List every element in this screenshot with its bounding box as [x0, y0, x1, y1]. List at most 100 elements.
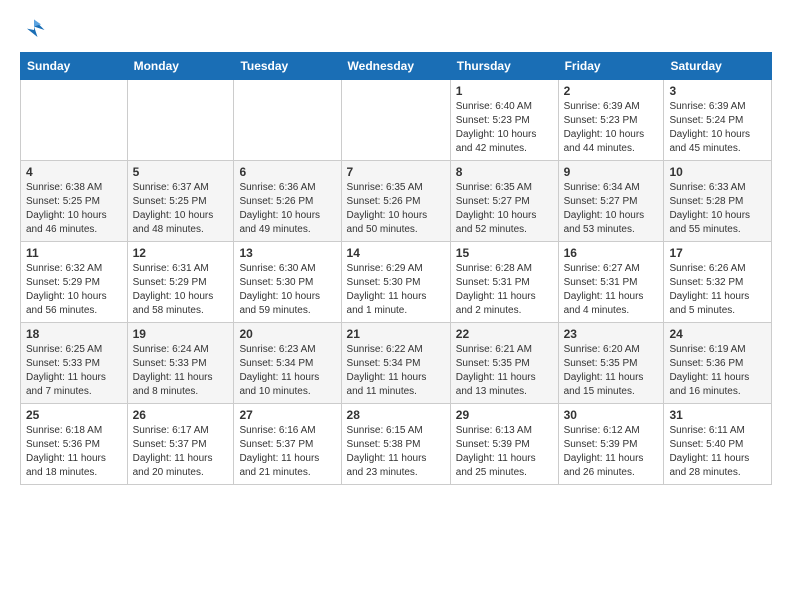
day-number: 10	[669, 165, 766, 179]
day-number: 16	[564, 246, 659, 260]
calendar-cell: 23 Sunrise: 6:20 AMSunset: 5:35 PMDayligh…	[558, 323, 664, 404]
day-info: Sunrise: 6:24 AMSunset: 5:33 PMDaylight:…	[133, 343, 229, 399]
calendar-cell: 26 Sunrise: 6:17 AMSunset: 5:37 PMDayligh…	[127, 404, 234, 485]
day-info: Sunrise: 6:16 AMSunset: 5:37 PMDaylight:…	[239, 424, 335, 480]
calendar-cell: 2 Sunrise: 6:39 AMSunset: 5:23 PMDaylight…	[558, 80, 664, 161]
header-friday: Friday	[558, 53, 664, 80]
day-info: Sunrise: 6:33 AMSunset: 5:28 PMDaylight:…	[669, 181, 766, 237]
week-row-1: 1 Sunrise: 6:40 AMSunset: 5:23 PMDaylight…	[21, 80, 772, 161]
logo-bird-icon	[20, 16, 48, 44]
day-info: Sunrise: 6:31 AMSunset: 5:29 PMDaylight:…	[133, 262, 229, 318]
day-number: 5	[133, 165, 229, 179]
day-info: Sunrise: 6:36 AMSunset: 5:26 PMDaylight:…	[239, 181, 335, 237]
day-info: Sunrise: 6:22 AMSunset: 5:34 PMDaylight:…	[347, 343, 445, 399]
calendar-cell: 30 Sunrise: 6:12 AMSunset: 5:39 PMDayligh…	[558, 404, 664, 485]
header-wednesday: Wednesday	[341, 53, 450, 80]
day-number: 2	[564, 84, 659, 98]
day-info: Sunrise: 6:19 AMSunset: 5:36 PMDaylight:…	[669, 343, 766, 399]
day-number: 15	[456, 246, 553, 260]
day-info: Sunrise: 6:12 AMSunset: 5:39 PMDaylight:…	[564, 424, 659, 480]
day-info: Sunrise: 6:28 AMSunset: 5:31 PMDaylight:…	[456, 262, 553, 318]
calendar-cell: 21 Sunrise: 6:22 AMSunset: 5:34 PMDayligh…	[341, 323, 450, 404]
week-row-2: 4Sunrise: 6:38 AMSunset: 5:25 PMDaylight…	[21, 161, 772, 242]
header	[20, 16, 772, 44]
day-number: 7	[347, 165, 445, 179]
day-info: Sunrise: 6:15 AMSunset: 5:38 PMDaylight:…	[347, 424, 445, 480]
day-number: 18	[26, 327, 122, 341]
header-saturday: Saturday	[664, 53, 772, 80]
calendar-table: SundayMondayTuesdayWednesdayThursdayFrid…	[20, 52, 772, 485]
day-number: 30	[564, 408, 659, 422]
calendar-cell: 3Sunrise: 6:39 AMSunset: 5:24 PMDaylight…	[664, 80, 772, 161]
day-info: Sunrise: 6:37 AMSunset: 5:25 PMDaylight:…	[133, 181, 229, 237]
day-number: 6	[239, 165, 335, 179]
calendar-cell: 7 Sunrise: 6:35 AMSunset: 5:26 PMDaylight…	[341, 161, 450, 242]
day-number: 29	[456, 408, 553, 422]
day-info: Sunrise: 6:21 AMSunset: 5:35 PMDaylight:…	[456, 343, 553, 399]
logo	[20, 16, 52, 44]
calendar-cell: 5 Sunrise: 6:37 AMSunset: 5:25 PMDaylight…	[127, 161, 234, 242]
calendar-cell: 9 Sunrise: 6:34 AMSunset: 5:27 PMDaylight…	[558, 161, 664, 242]
calendar-cell: 6 Sunrise: 6:36 AMSunset: 5:26 PMDaylight…	[234, 161, 341, 242]
day-info: Sunrise: 6:25 AMSunset: 5:33 PMDaylight:…	[26, 343, 122, 399]
day-number: 23	[564, 327, 659, 341]
day-info: Sunrise: 6:20 AMSunset: 5:35 PMDaylight:…	[564, 343, 659, 399]
calendar-cell: 22 Sunrise: 6:21 AMSunset: 5:35 PMDayligh…	[450, 323, 558, 404]
day-info: Sunrise: 6:40 AMSunset: 5:23 PMDaylight:…	[456, 100, 553, 156]
day-number: 17	[669, 246, 766, 260]
day-number: 3	[669, 84, 766, 98]
day-number: 9	[564, 165, 659, 179]
calendar-cell: 11 Sunrise: 6:32 AMSunset: 5:29 PMDayligh…	[21, 242, 128, 323]
day-info: Sunrise: 6:38 AMSunset: 5:25 PMDaylight:…	[26, 181, 122, 237]
day-number: 26	[133, 408, 229, 422]
calendar-cell: 24Sunrise: 6:19 AMSunset: 5:36 PMDayligh…	[664, 323, 772, 404]
day-number: 20	[239, 327, 335, 341]
day-number: 28	[347, 408, 445, 422]
day-info: Sunrise: 6:11 AMSunset: 5:40 PMDaylight:…	[669, 424, 766, 480]
week-row-3: 11 Sunrise: 6:32 AMSunset: 5:29 PMDayligh…	[21, 242, 772, 323]
calendar-cell: 17 Sunrise: 6:26 AMSunset: 5:32 PMDayligh…	[664, 242, 772, 323]
calendar-cell	[127, 80, 234, 161]
day-number: 14	[347, 246, 445, 260]
week-row-5: 25Sunrise: 6:18 AMSunset: 5:36 PMDayligh…	[21, 404, 772, 485]
calendar-cell: 25Sunrise: 6:18 AMSunset: 5:36 PMDayligh…	[21, 404, 128, 485]
day-number: 19	[133, 327, 229, 341]
day-info: Sunrise: 6:27 AMSunset: 5:31 PMDaylight:…	[564, 262, 659, 318]
header-thursday: Thursday	[450, 53, 558, 80]
day-number: 1	[456, 84, 553, 98]
day-info: Sunrise: 6:35 AMSunset: 5:26 PMDaylight:…	[347, 181, 445, 237]
calendar-cell	[21, 80, 128, 161]
calendar-cell: 8Sunrise: 6:35 AMSunset: 5:27 PMDaylight…	[450, 161, 558, 242]
day-info: Sunrise: 6:34 AMSunset: 5:27 PMDaylight:…	[564, 181, 659, 237]
calendar-cell: 28 Sunrise: 6:15 AMSunset: 5:38 PMDayligh…	[341, 404, 450, 485]
day-info: Sunrise: 6:30 AMSunset: 5:30 PMDaylight:…	[239, 262, 335, 318]
header-row: SundayMondayTuesdayWednesdayThursdayFrid…	[21, 53, 772, 80]
header-tuesday: Tuesday	[234, 53, 341, 80]
calendar-cell: 14Sunrise: 6:29 AMSunset: 5:30 PMDayligh…	[341, 242, 450, 323]
calendar-cell: 12 Sunrise: 6:31 AMSunset: 5:29 PMDayligh…	[127, 242, 234, 323]
calendar-cell: 31Sunrise: 6:11 AMSunset: 5:40 PMDayligh…	[664, 404, 772, 485]
day-info: Sunrise: 6:35 AMSunset: 5:27 PMDaylight:…	[456, 181, 553, 237]
day-info: Sunrise: 6:26 AMSunset: 5:32 PMDaylight:…	[669, 262, 766, 318]
day-info: Sunrise: 6:13 AMSunset: 5:39 PMDaylight:…	[456, 424, 553, 480]
day-number: 13	[239, 246, 335, 260]
day-info: Sunrise: 6:18 AMSunset: 5:36 PMDaylight:…	[26, 424, 122, 480]
calendar-cell	[234, 80, 341, 161]
day-number: 27	[239, 408, 335, 422]
calendar-cell: 29 Sunrise: 6:13 AMSunset: 5:39 PMDayligh…	[450, 404, 558, 485]
week-row-4: 18 Sunrise: 6:25 AMSunset: 5:33 PMDayligh…	[21, 323, 772, 404]
calendar-cell: 19 Sunrise: 6:24 AMSunset: 5:33 PMDayligh…	[127, 323, 234, 404]
header-sunday: Sunday	[21, 53, 128, 80]
day-number: 22	[456, 327, 553, 341]
day-info: Sunrise: 6:39 AMSunset: 5:23 PMDaylight:…	[564, 100, 659, 156]
day-info: Sunrise: 6:32 AMSunset: 5:29 PMDaylight:…	[26, 262, 122, 318]
calendar-cell: 1 Sunrise: 6:40 AMSunset: 5:23 PMDaylight…	[450, 80, 558, 161]
day-info: Sunrise: 6:17 AMSunset: 5:37 PMDaylight:…	[133, 424, 229, 480]
day-number: 12	[133, 246, 229, 260]
calendar-cell	[341, 80, 450, 161]
calendar-cell: 20Sunrise: 6:23 AMSunset: 5:34 PMDayligh…	[234, 323, 341, 404]
day-number: 11	[26, 246, 122, 260]
calendar-cell: 16 Sunrise: 6:27 AMSunset: 5:31 PMDayligh…	[558, 242, 664, 323]
calendar-cell: 13 Sunrise: 6:30 AMSunset: 5:30 PMDayligh…	[234, 242, 341, 323]
day-number: 21	[347, 327, 445, 341]
